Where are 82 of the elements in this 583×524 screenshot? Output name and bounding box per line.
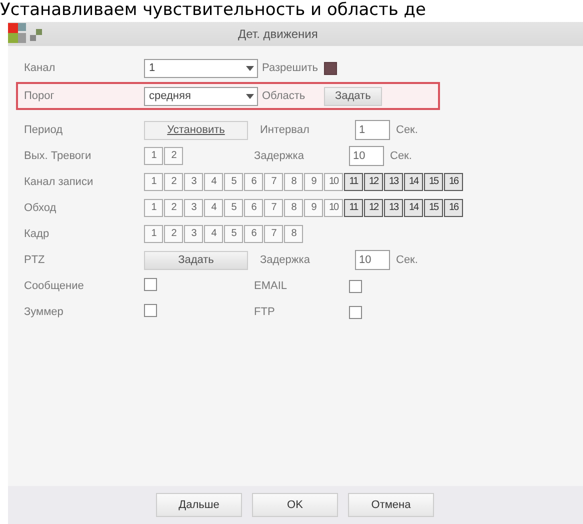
field-label: Вых. Тревоги (24, 150, 92, 162)
dialog-button[interactable]: Дальше (156, 493, 242, 517)
field-label: Разрешить (262, 62, 318, 74)
field-label: Канал записи (24, 176, 94, 188)
dialog-button[interactable]: OK (252, 493, 338, 517)
number-toggle[interactable]: 5 (224, 173, 243, 191)
checkbox[interactable] (349, 280, 362, 292)
number-toggle[interactable]: 16 (444, 199, 463, 217)
delay-field[interactable]: 10 (349, 146, 384, 166)
number-toggle[interactable]: 11 (344, 173, 363, 191)
number-toggle[interactable]: 7 (264, 225, 283, 243)
checkbox[interactable] (324, 62, 337, 74)
caret-icon (246, 66, 254, 70)
number-toggle[interactable]: 11 (344, 199, 363, 217)
number-toggle[interactable]: 7 (264, 173, 283, 191)
number-toggle[interactable]: 5 (224, 225, 243, 243)
number-toggle[interactable]: 13 (384, 173, 403, 191)
number-toggle[interactable]: 10 (324, 173, 343, 191)
set-button[interactable]: Задать (144, 250, 248, 270)
interval-field[interactable]: 1 (355, 120, 390, 140)
number-toggle[interactable]: 2 (164, 199, 183, 217)
field-label: EMAIL (254, 280, 288, 292)
delay-field[interactable]: 10 (355, 250, 390, 270)
number-toggle[interactable]: 2 (164, 147, 183, 165)
number-toggle[interactable]: 1 (144, 147, 163, 165)
number-toggle[interactable]: 12 (364, 173, 383, 191)
unit-label: Сек. (396, 124, 418, 136)
number-toggle[interactable]: 8 (284, 199, 303, 217)
number-toggle[interactable]: 14 (404, 173, 423, 191)
field-label: Область (262, 90, 306, 102)
number-toggle[interactable]: 2 (164, 225, 183, 243)
unit-label: Сек. (390, 150, 412, 162)
number-toggle[interactable]: 15 (424, 173, 443, 191)
number-toggle[interactable]: 13 (384, 199, 403, 217)
number-toggle[interactable]: 4 (204, 199, 223, 217)
field-label: Зуммер (24, 306, 64, 318)
caption-text: Устанавливаем чувствительность и область де (0, 0, 426, 21)
checkbox[interactable] (144, 304, 157, 317)
number-toggle[interactable]: 9 (304, 199, 323, 217)
number-toggle[interactable]: 12 (364, 199, 383, 217)
number-toggle[interactable]: 10 (324, 199, 343, 217)
number-toggle[interactable]: 7 (264, 199, 283, 217)
field-label: Канал (24, 62, 56, 74)
field-label: Задержка (260, 254, 311, 266)
number-toggle[interactable]: 1 (144, 225, 163, 243)
field-label: Интервал (260, 124, 310, 136)
number-toggle[interactable]: 3 (184, 173, 203, 191)
number-toggle[interactable]: 6 (244, 199, 263, 217)
field-label: Сообщение (24, 280, 85, 292)
checkbox[interactable] (349, 306, 362, 318)
dialog-button[interactable]: Отмена (348, 493, 434, 517)
threshold-select[interactable]: средняя (144, 86, 258, 106)
number-toggle[interactable]: 3 (184, 199, 203, 217)
number-toggle[interactable]: 8 (284, 225, 303, 243)
number-toggle[interactable]: 6 (244, 225, 263, 243)
field-label: Задержка (254, 150, 305, 162)
field-label: Обход (24, 202, 58, 214)
number-toggle[interactable]: 1 (144, 199, 163, 217)
number-toggle[interactable]: 6 (244, 173, 263, 191)
number-toggle[interactable]: 9 (304, 173, 323, 191)
caret-icon (246, 94, 254, 98)
number-toggle[interactable]: 14 (404, 199, 423, 217)
number-toggle[interactable]: 1 (144, 173, 163, 191)
field-label: FTP (254, 306, 276, 318)
channel-select[interactable]: 1 (144, 58, 258, 78)
set-button[interactable]: Задать (324, 86, 382, 106)
field-label: Период (24, 124, 64, 136)
number-toggle[interactable]: 3 (184, 225, 203, 243)
field-label: Порог (24, 90, 56, 102)
number-toggle[interactable]: 16 (444, 173, 463, 191)
number-toggle[interactable]: 5 (224, 199, 243, 217)
number-toggle[interactable]: 15 (424, 199, 443, 217)
field-label: Кадр (24, 228, 50, 240)
unit-label: Сек. (396, 254, 418, 266)
field-label: PTZ (24, 254, 46, 266)
set-period-button[interactable]: Установить (144, 120, 248, 140)
checkbox[interactable] (144, 278, 157, 291)
number-toggle[interactable]: 2 (164, 173, 183, 191)
number-toggle[interactable]: 4 (204, 173, 223, 191)
number-toggle[interactable]: 8 (284, 173, 303, 191)
number-toggle[interactable]: 4 (204, 225, 223, 243)
window-title: Дет. движения (238, 27, 318, 41)
